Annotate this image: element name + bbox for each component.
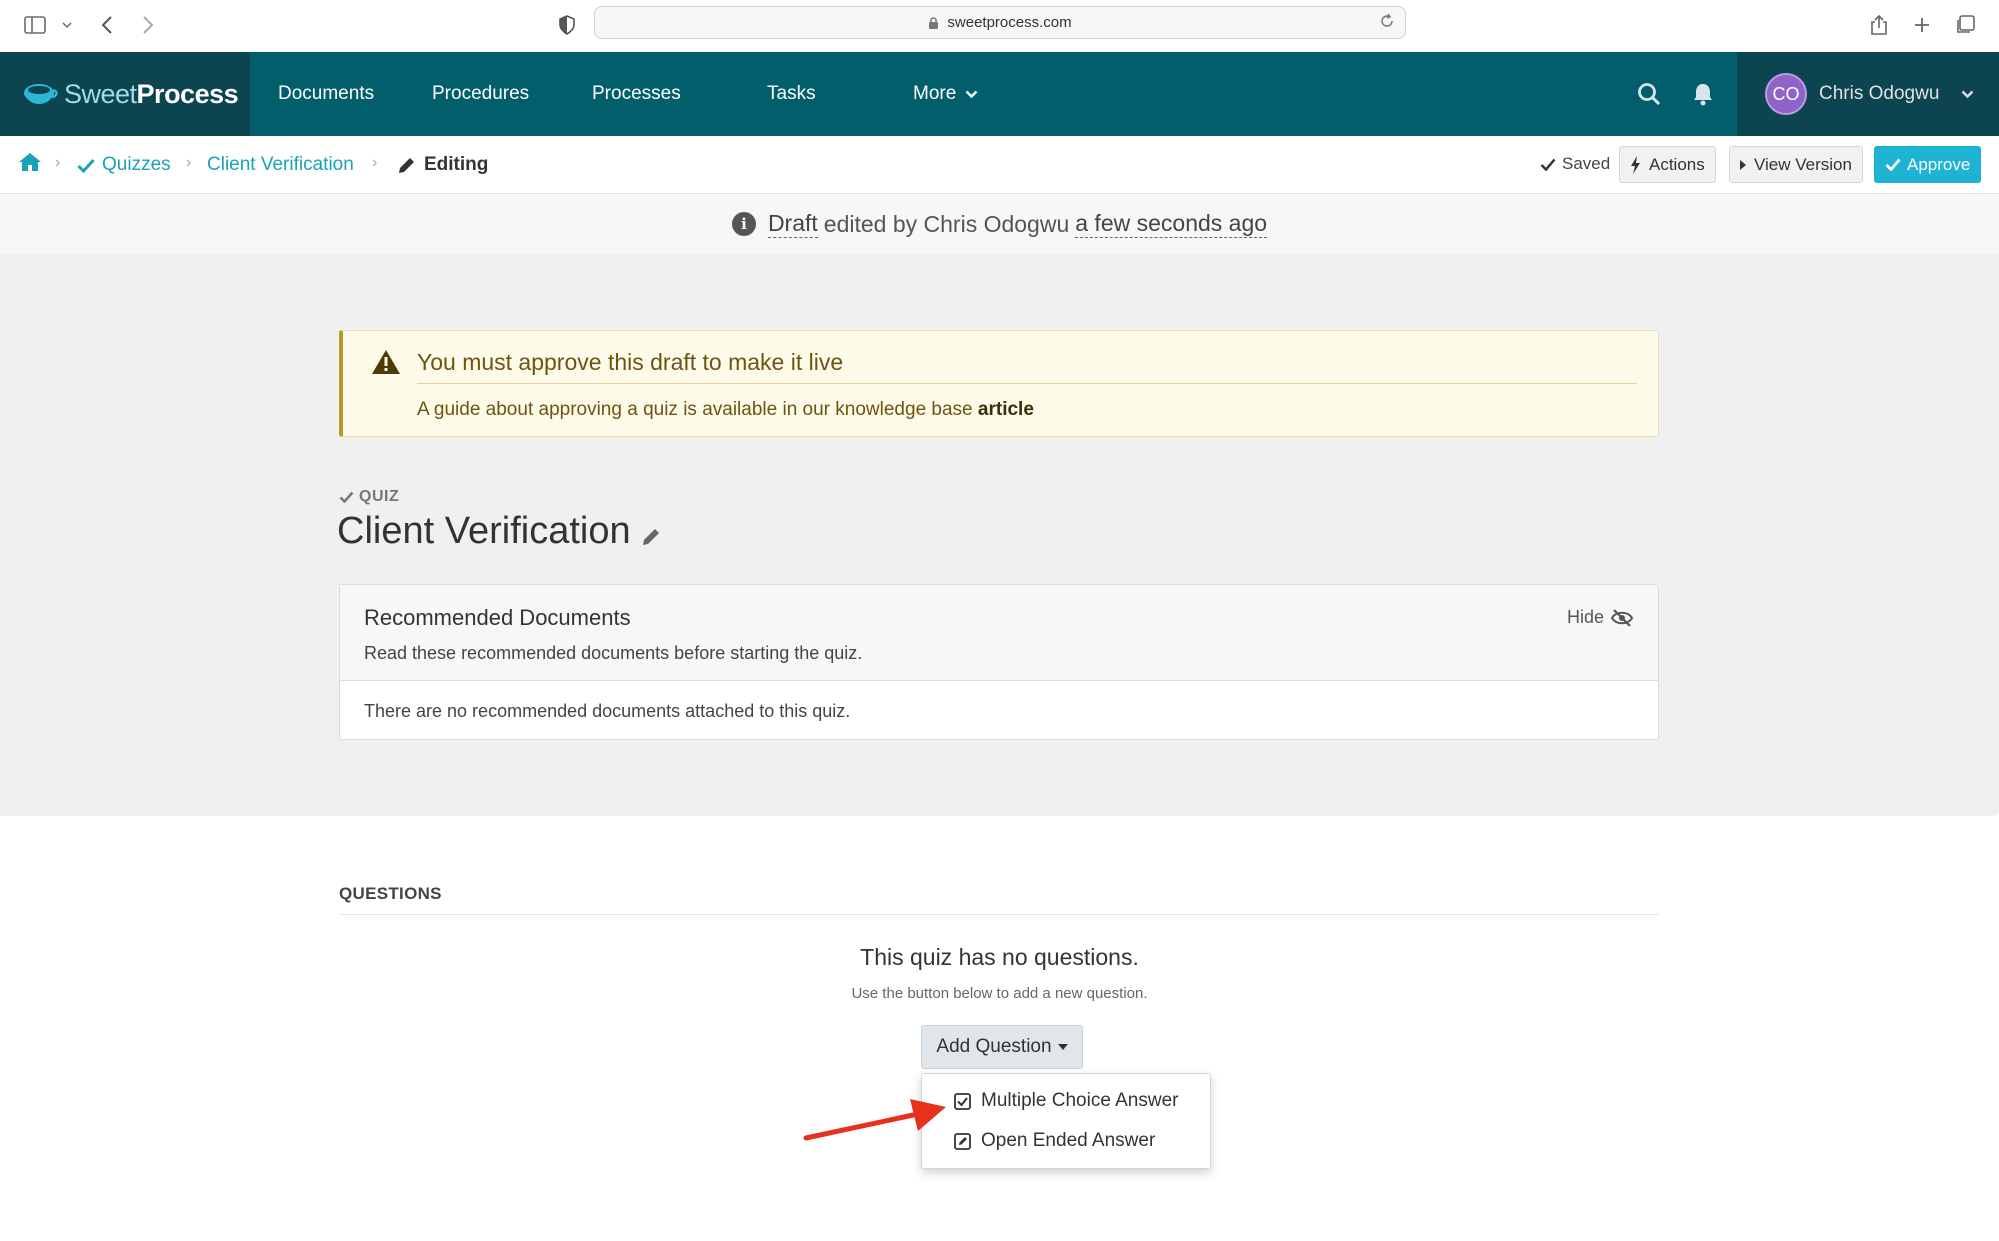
new-tab-icon[interactable] [1907,10,1937,40]
check-icon [1885,158,1901,171]
annotation-arrow-icon [803,1099,946,1141]
recommended-documents-subtitle: Read these recommended documents before … [364,643,863,663]
chevron-down-icon[interactable] [52,10,82,40]
nav-more[interactable]: More [913,52,978,136]
breadcrumb-bar: › Quizzes › Client Verification › Editin… [0,136,1999,194]
logo-cup-icon [24,84,58,104]
recommended-documents-panel: Recommended Documents Read these recomme… [339,584,1659,740]
bolt-icon [1631,155,1640,174]
nav-tasks[interactable]: Tasks [767,52,816,136]
breadcrumb-separator: › [186,154,192,171]
alert-body: A guide about approving a quiz is availa… [417,399,1034,421]
privacy-shield-icon[interactable] [552,10,582,40]
url-bar[interactable]: sweetprocess.com [594,6,1406,39]
sidebar-toggle-icon[interactable] [20,10,50,40]
breadcrumb-separator: › [55,154,61,171]
chevron-down-icon [1962,90,1974,98]
no-questions-subtitle: Use the button below to add a new questi… [851,985,1148,1002]
alert-body-text: A guide about approving a quiz is availa… [417,399,973,420]
approve-label: Approve [1907,154,1971,174]
logo-text-bold: Process [136,78,239,109]
share-icon[interactable] [1864,10,1894,40]
view-version-button[interactable]: View Version [1729,146,1863,183]
url-text: sweetprocess.com [947,14,1072,31]
draft-timestamp: a few seconds ago [1075,210,1268,238]
article-link[interactable]: article [978,399,1034,420]
forward-icon[interactable] [133,10,163,40]
nav-procedures[interactable]: Procedures [432,52,529,136]
nav-more-label: More [913,83,957,104]
check-icon [339,491,354,503]
user-name: Chris Odogwu [1819,83,1940,104]
user-menu[interactable]: CO Chris Odogwu [1737,52,1999,136]
top-navigation: SweetProcess Documents Procedures Proces… [0,52,1999,136]
breadcrumb-quiz[interactable]: Client Verification [207,154,354,176]
check-icon [77,158,95,173]
saved-label: Saved [1562,154,1611,173]
menu-item-multiple-choice-label: Multiple Choice Answer [981,1090,1179,1111]
info-icon: i [731,212,756,236]
search-icon[interactable] [1635,80,1663,108]
eye-slash-icon [1610,608,1634,627]
menu-item-multiple-choice[interactable]: Multiple Choice Answer [954,1090,1178,1112]
quiz-type-text: QUIZ [359,488,400,505]
warning-icon [371,349,401,380]
breadcrumb-editing-label: Editing [424,154,489,175]
lock-icon [928,16,939,30]
edit-title-pencil-icon[interactable] [641,527,661,547]
recommended-documents-header: Recommended Documents Read these recomme… [340,585,1658,681]
questions-heading: QUESTIONS [339,884,442,903]
back-icon[interactable] [92,10,122,40]
saved-status: Saved [1540,154,1610,174]
menu-item-open-ended[interactable]: Open Ended Answer [954,1130,1155,1152]
breadcrumb-quizzes-label: Quizzes [102,154,171,175]
breadcrumb-editing: Editing [397,154,488,176]
alert-divider [417,383,1637,384]
check-icon [1540,158,1556,171]
home-icon[interactable] [18,152,42,172]
questions-divider [339,914,1659,915]
approval-warning-alert: You must approve this draft to make it l… [339,330,1659,437]
menu-item-open-ended-label: Open Ended Answer [981,1130,1156,1151]
no-questions-title: This quiz has no questions. [860,944,1139,970]
pencil-icon [399,157,414,173]
recommended-documents-empty: There are no recommended documents attac… [364,701,851,721]
hide-button[interactable]: Hide [1567,607,1634,628]
recommended-documents-title: Recommended Documents [364,605,631,630]
add-question-button[interactable]: Add Question [921,1025,1083,1069]
view-version-label: View Version [1754,154,1852,174]
caret-down-icon [1057,1044,1068,1050]
add-question-label: Add Question [936,1036,1052,1057]
nav-processes[interactable]: Processes [592,52,681,136]
avatar: CO [1765,73,1807,115]
browser-toolbar: sweetprocess.com [0,0,1999,52]
draft-label[interactable]: Draft [767,210,818,238]
quiz-title-text: Client Verification [337,510,631,552]
actions-button[interactable]: Actions [1619,146,1716,183]
reload-icon[interactable] [1379,13,1395,33]
nav-documents[interactable]: Documents [278,52,374,136]
checkbox-checked-icon [954,1092,971,1110]
caret-right-icon [1740,159,1746,170]
page-title: Client Verification [337,510,661,553]
bell-icon[interactable] [1689,80,1717,108]
edit-square-icon [954,1132,971,1150]
quiz-type-label: QUIZ [339,488,399,506]
logo-text-light: Sweet [64,78,137,109]
approve-button[interactable]: Approve [1874,146,1982,183]
hide-label: Hide [1566,607,1604,627]
tab-overview-icon[interactable] [1950,10,1980,40]
draft-status-bar: i Draft edited by Chris Odogwu a few sec… [0,194,1999,254]
breadcrumb-separator: › [372,154,378,171]
add-question-menu: Multiple Choice Answer Open Ended Answer [921,1073,1211,1169]
actions-label: Actions [1649,154,1705,174]
logo[interactable]: SweetProcess [0,52,250,136]
draft-edited-by: edited by Chris Odogwu [823,210,1070,237]
chevron-down-icon [965,90,978,98]
breadcrumb-quizzes[interactable]: Quizzes [77,154,171,176]
alert-title: You must approve this draft to make it l… [417,349,844,375]
